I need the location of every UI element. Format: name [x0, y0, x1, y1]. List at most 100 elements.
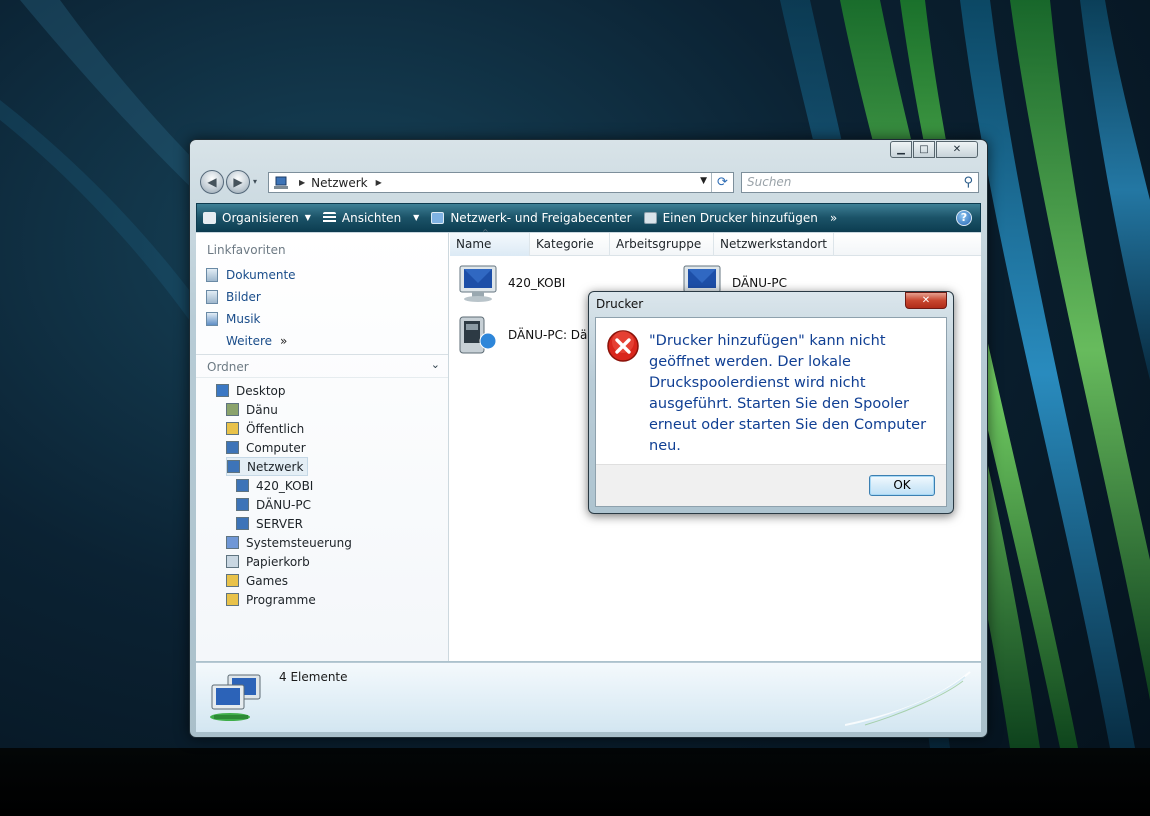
list-item-danu-pc-media[interactable]: DÄNU-PC: Dän: [456, 315, 595, 355]
minimize-button[interactable]: ▁: [890, 141, 912, 158]
close-button[interactable]: ✕: [936, 141, 978, 158]
sort-arrow-icon: ^: [482, 228, 489, 237]
tree-item-label: Computer: [246, 440, 306, 455]
column-workgroup[interactable]: Arbeitsgruppe: [610, 233, 714, 256]
tree-item-label: Öffentlich: [246, 421, 305, 436]
computer-icon: [236, 479, 249, 492]
tree-item-papierkorb[interactable]: Papierkorb: [226, 552, 310, 571]
dialog-message: "Drucker hinzufügen" kann nicht geöffnet…: [649, 333, 927, 454]
printer-icon: [643, 211, 657, 224]
views-label: Ansichten: [341, 210, 402, 225]
address-bar[interactable]: ▶ Netzwerk ▶ ▼ ⟳: [268, 172, 734, 193]
navigation-pane: Linkfavoriten Dokumente Bilder Musik Wei…: [196, 233, 449, 661]
music-icon: [206, 312, 218, 326]
tree-item-öffentlich[interactable]: Öffentlich: [226, 419, 304, 438]
ok-button[interactable]: OK: [869, 475, 935, 496]
dialog-close-button[interactable]: ✕: [905, 292, 947, 309]
column-name[interactable]: Name: [450, 233, 530, 256]
item-label: DÄNU-PC: [732, 276, 787, 290]
favorite-music[interactable]: Musik: [206, 309, 261, 329]
network-computers-icon: [210, 674, 261, 721]
details-pane: 4 Elemente: [196, 662, 981, 732]
desktop-floor: [0, 748, 1150, 816]
item-label: 420_KOBI: [508, 276, 566, 290]
error-dialog[interactable]: Drucker ✕ "Drucker hinzufügen" kann nich…: [588, 291, 954, 514]
add-printer-button[interactable]: Einen Drucker hinzufügen: [638, 204, 824, 231]
tree-item-systemsteuerung[interactable]: Systemsteuerung: [226, 533, 352, 552]
navigation-bar: ◀ ▶ ▾ ▶ Netzwerk ▶ ▼ ⟳ Suchen ⚲: [198, 169, 979, 199]
views-button[interactable]: Ansichten ▼: [317, 204, 425, 231]
tree-item-420-kobi[interactable]: 420_KOBI: [236, 476, 313, 495]
network-center-label: Netzwerk- und Freigabecenter: [450, 210, 632, 225]
organize-icon: [203, 211, 216, 224]
tree-item-label: Papierkorb: [246, 554, 310, 569]
item-label: DÄNU-PC: Dän: [508, 328, 595, 342]
back-button[interactable]: ◀: [200, 170, 224, 194]
desktop-icon: [216, 384, 229, 397]
add-printer-label: Einen Drucker hinzufügen: [662, 210, 818, 225]
breadcrumb-separator-icon: ▶: [299, 178, 306, 187]
tree-item-label: SERVER: [256, 516, 304, 531]
list-item-420-kobi[interactable]: 420_KOBI: [456, 263, 565, 303]
column-category[interactable]: Kategorie: [530, 233, 610, 256]
chevron-down-icon: ⌄: [430, 358, 440, 371]
command-toolbar: Organisieren ▼ Ansichten ▼ Netzwerk- und…: [196, 203, 981, 232]
views-icon: [322, 211, 336, 224]
tree-item-server[interactable]: SERVER: [236, 514, 303, 533]
control-panel-icon: [226, 536, 239, 549]
organize-label: Organisieren: [222, 210, 299, 225]
folders-header: Ordner: [207, 360, 249, 374]
folders-header-bar[interactable]: Ordner ⌄: [196, 354, 448, 378]
refresh-icon[interactable]: ⟳: [711, 173, 733, 192]
maximize-button[interactable]: □: [913, 141, 935, 158]
computer-icon: [236, 517, 249, 530]
tree-item-computer[interactable]: Computer: [226, 438, 306, 457]
column-headers: Name Kategorie Arbeitsgruppe Netzwerksta…: [450, 233, 981, 256]
favorite-label: Dokumente: [226, 268, 296, 282]
tree-item-netzwerk[interactable]: Netzwerk: [226, 457, 309, 476]
tree-item-desktop[interactable]: Desktop: [216, 381, 286, 400]
tree-item-label: Systemsteuerung: [246, 535, 352, 550]
favorite-label: Musik: [226, 312, 261, 326]
address-dropdown-icon[interactable]: ▼: [700, 176, 707, 186]
computer-icon: [459, 265, 497, 302]
breadcrumb-chevron-icon[interactable]: ▶: [376, 178, 382, 187]
dialog-footer: OK: [596, 464, 946, 506]
computer-icon: [226, 441, 239, 454]
search-input[interactable]: Suchen ⚲: [741, 172, 979, 193]
tree-item-games[interactable]: Games: [226, 571, 288, 590]
folder-icon: [226, 593, 239, 606]
favorite-documents[interactable]: Dokumente: [206, 265, 296, 285]
tree-item-programme[interactable]: Programme: [226, 590, 316, 609]
error-icon: [607, 330, 639, 362]
tree-item-label: Netzwerk: [247, 459, 304, 474]
history-dropdown-icon[interactable]: ▾: [253, 177, 257, 186]
network-icon: [227, 460, 240, 473]
favorite-more[interactable]: Weitere »: [226, 331, 287, 351]
organize-button[interactable]: Organisieren ▼: [197, 204, 317, 231]
toolbar-more-button[interactable]: »: [824, 204, 843, 231]
help-icon[interactable]: ?: [956, 210, 972, 226]
favorite-label: Bilder: [226, 290, 261, 304]
search-icon[interactable]: ⚲: [963, 173, 973, 192]
breadcrumb-netzwerk[interactable]: Netzwerk: [311, 176, 367, 190]
dialog-title: Drucker: [596, 297, 644, 311]
column-network-location[interactable]: Netzwerkstandort: [714, 233, 834, 256]
forward-button[interactable]: ▶: [226, 170, 250, 194]
media-device-icon: [459, 316, 497, 354]
item-count: 4 Elemente: [279, 670, 348, 684]
favorite-pictures[interactable]: Bilder: [206, 287, 261, 307]
dialog-body: "Drucker hinzufügen" kann nicht geöffnet…: [595, 317, 947, 507]
favorite-more-label: Weitere: [226, 334, 273, 348]
computer-icon: [236, 498, 249, 511]
network-center-button[interactable]: Netzwerk- und Freigabecenter: [425, 204, 637, 231]
tree-item-label: Programme: [246, 592, 316, 607]
tree-item-dänu-pc[interactable]: DÄNU-PC: [236, 495, 311, 514]
network-center-icon: [431, 211, 445, 224]
chevron-down-icon: ▼: [413, 213, 420, 222]
search-placeholder: Suchen: [747, 175, 792, 189]
tree-item-label: 420_KOBI: [256, 478, 314, 493]
network-icon: [274, 176, 288, 189]
favorites-header: Linkfavoriten: [207, 243, 286, 257]
tree-item-dänu[interactable]: Dänu: [226, 400, 278, 419]
